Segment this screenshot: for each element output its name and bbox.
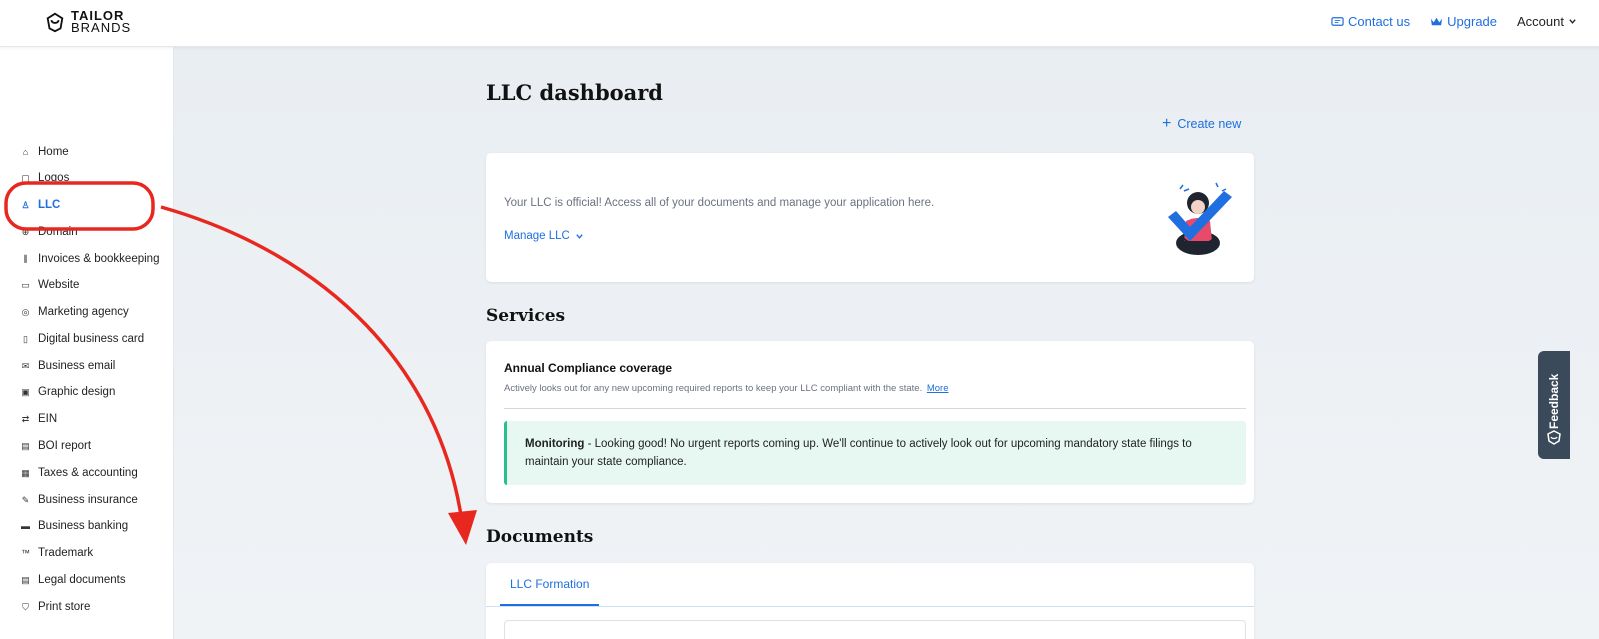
feedback-tab[interactable]: Feedback xyxy=(1538,351,1570,459)
monitoring-text: - Looking good! No urgent reports coming… xyxy=(525,438,1192,468)
ein-icon: ⇄ xyxy=(21,413,30,424)
home-icon: ⌂ xyxy=(22,147,29,157)
sidebar-item-label: Invoices & bookkeeping xyxy=(38,253,160,265)
sidebar-item-label: Logos xyxy=(38,172,70,184)
sidebar-item-label: Taxes & accounting xyxy=(38,467,138,479)
sidebar-item-print-store[interactable]: ⛉ Print store xyxy=(20,598,90,616)
sidebar-item-logos[interactable]: ▢ Logos xyxy=(20,169,69,187)
mail-icon: ✉ xyxy=(21,360,30,371)
target-icon: ◎ xyxy=(21,306,30,317)
documents-card: LLC Formation xyxy=(486,563,1254,639)
divider xyxy=(504,408,1246,409)
logo-text: TAILOR BRANDS xyxy=(71,9,132,35)
sidebar-item-insurance[interactable]: ✎ Business insurance xyxy=(20,491,138,509)
llc-icon: ♙ xyxy=(21,199,30,210)
chevron-down-icon xyxy=(1569,19,1576,24)
sidebar-item-label: Business banking xyxy=(38,520,129,532)
card-icon: ▯ xyxy=(23,333,28,344)
sidebar-item-website[interactable]: ▭ Website xyxy=(20,276,79,294)
sidebar-item-label: Graphic design xyxy=(38,386,116,398)
sidebar-item-label: LLC xyxy=(38,199,61,211)
monitoring-label: Monitoring xyxy=(525,438,585,450)
sidebar-item-label: EIN xyxy=(38,413,58,425)
llc-status-card: Your LLC is official! Access all of your… xyxy=(486,153,1254,282)
logo-mark-icon xyxy=(46,12,64,33)
sidebar-item-llc[interactable]: ♙ LLC xyxy=(20,196,60,214)
sidebar-item-trademark[interactable]: ™ Trademark xyxy=(20,544,93,562)
sidebar-item-label: Trademark xyxy=(38,547,94,559)
plus-icon: + xyxy=(1162,115,1172,132)
chevron-down-icon xyxy=(576,233,583,239)
page-title: LLC dashboard xyxy=(486,80,663,105)
tab-underline xyxy=(486,606,1254,607)
upgrade-label: Upgrade xyxy=(1447,14,1498,29)
document-icon: ▤ xyxy=(21,574,30,585)
create-new-label: Create new xyxy=(1177,117,1242,131)
sidebar-item-banking[interactable]: ▬ Business banking xyxy=(20,517,128,535)
monitoring-banner: Monitoring - Looking good! No urgent rep… xyxy=(504,421,1246,485)
sidebar-item-label: Print store xyxy=(38,601,91,613)
tailor-brands-logo[interactable]: TAILOR BRANDS xyxy=(44,9,132,35)
celebration-illustration xyxy=(1168,182,1232,255)
crown-icon xyxy=(1431,17,1443,26)
sidebar-item-label: Domain xyxy=(38,226,78,238)
service-description-text: Actively looks out for any new upcoming … xyxy=(504,383,923,394)
sidebar-item-home[interactable]: ⌂ Home xyxy=(20,143,69,161)
sidebar-item-label: Business email xyxy=(38,360,116,372)
chart-icon: ⫼ xyxy=(23,253,28,264)
sidebar-item-marketing[interactable]: ◎ Marketing agency xyxy=(20,303,129,321)
manage-llc-label: Manage LLC xyxy=(504,230,570,242)
sidebar-item-label: Marketing agency xyxy=(38,306,129,318)
documents-heading: Documents xyxy=(486,527,594,547)
edit-icon: ✎ xyxy=(21,494,30,505)
logo-line2: BRANDS xyxy=(71,20,132,35)
contact-us-label: Contact us xyxy=(1347,14,1411,29)
top-nav: Contact us Upgrade Account xyxy=(1331,14,1577,29)
sidebar-item-ein[interactable]: ⇄ EIN xyxy=(20,410,57,428)
sidebar-item-taxes[interactable]: ▦ Taxes & accounting xyxy=(20,464,138,482)
create-new-button[interactable]: + Create new xyxy=(1162,115,1242,132)
feedback-icon xyxy=(1547,430,1561,445)
tab-llc-formation[interactable]: LLC Formation xyxy=(500,563,600,606)
sidebar-item-label: BOI report xyxy=(38,440,92,452)
shirt-icon: ⛉ xyxy=(22,601,29,612)
chat-icon xyxy=(1331,17,1344,26)
tax-icon: ▦ xyxy=(21,467,30,478)
manage-llc-dropdown[interactable]: Manage LLC xyxy=(504,230,584,242)
llc-status-message: Your LLC is official! Access all of your… xyxy=(504,197,935,209)
bank-card-icon: ▬ xyxy=(21,521,30,531)
sidebar-item-graphic-design[interactable]: ▣ Graphic design xyxy=(20,383,115,401)
sidebar: ⌂ Home ▢ Logos ♙ LLC ⊕ Domain ⫼ Invoices… xyxy=(0,47,174,639)
report-icon: ▤ xyxy=(21,440,30,451)
trademark-icon: ™ xyxy=(21,548,30,558)
sidebar-item-label: Business insurance xyxy=(38,494,138,506)
sidebar-item-business-card[interactable]: ▯ Digital business card xyxy=(20,330,144,348)
upgrade-link[interactable]: Upgrade xyxy=(1430,14,1497,29)
sidebar-item-legal[interactable]: ▤ Legal documents xyxy=(20,571,126,589)
account-label: Account xyxy=(1517,14,1564,29)
sidebar-item-boi[interactable]: ▤ BOI report xyxy=(20,437,91,455)
feedback-label: Feedback xyxy=(1547,373,1561,429)
document-list-box xyxy=(504,620,1246,639)
services-heading: Services xyxy=(486,306,566,326)
service-title: Annual Compliance coverage xyxy=(504,361,673,375)
account-menu[interactable]: Account xyxy=(1517,14,1577,29)
sidebar-item-invoices[interactable]: ⫼ Invoices & bookkeeping xyxy=(20,250,159,268)
service-description: Actively looks out for any new upcoming … xyxy=(504,383,949,394)
sidebar-item-label: Legal documents xyxy=(38,574,126,586)
sidebar-item-label: Website xyxy=(38,279,80,291)
logo-icon: ▢ xyxy=(21,172,30,183)
monitor-icon: ▭ xyxy=(21,279,30,290)
more-link[interactable]: More xyxy=(927,383,949,394)
sidebar-item-label: Digital business card xyxy=(38,333,145,345)
compliance-card: Annual Compliance coverage Actively look… xyxy=(486,341,1254,503)
sidebar-item-email[interactable]: ✉ Business email xyxy=(20,357,116,375)
sidebar-item-domain[interactable]: ⊕ Domain xyxy=(20,223,78,241)
top-bar: TAILOR BRANDS Contact us Upgrade Account xyxy=(0,0,1599,47)
contact-us-link[interactable]: Contact us xyxy=(1331,14,1410,29)
sidebar-item-label: Home xyxy=(38,146,69,158)
image-icon: ▣ xyxy=(21,386,30,397)
globe-icon: ⊕ xyxy=(21,226,30,237)
